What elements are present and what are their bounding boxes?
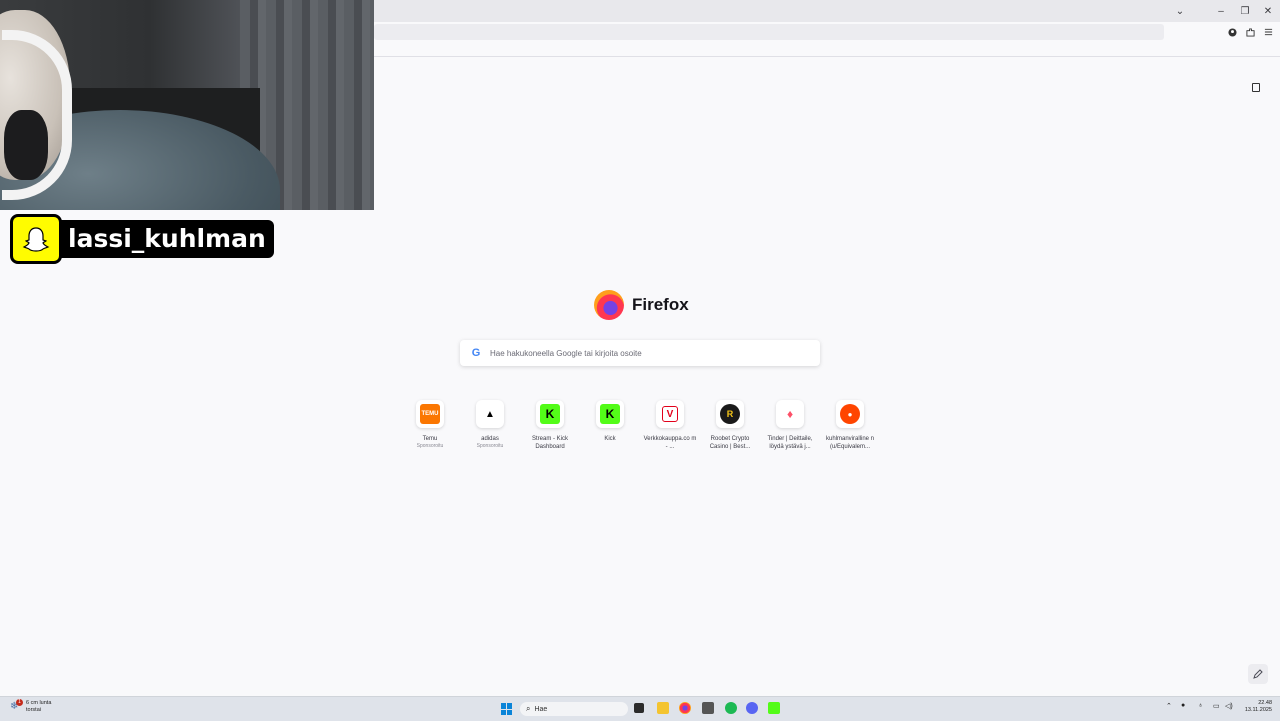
extensions-icon[interactable] [1244,26,1256,38]
microphone-icon[interactable]: ♁ [1198,702,1203,709]
taskbar-search[interactable]: ⌕ Hae [520,702,628,716]
firefox-logo-icon [594,290,624,320]
shortcut-title: adidas [481,436,499,442]
shortcut-tile[interactable]: K Kick [580,400,640,451]
kick-icon: K [600,404,620,424]
pencil-icon [1253,669,1263,679]
clock-date: 13.11.2025 [1244,707,1272,713]
shortcut-title: Kick [604,436,616,442]
weather-condition: 6 cm lunta [26,700,52,706]
start-button[interactable] [501,703,513,715]
display-icon[interactable]: ▭ [1213,702,1220,710]
shortcut-tile[interactable]: V Verkkokauppa.co m - ... [640,400,700,451]
shortcut-tile[interactable]: TEMU Temu Sponsoroitu [400,400,460,451]
weather-day: torstai [26,707,41,713]
search-icon: ⌕ [526,704,531,713]
shortcut-sponsored-label: Sponsoroitu [476,443,504,449]
shortcut-tile[interactable]: ▲ adidas Sponsoroitu [460,400,520,451]
taskbar-search-label: Hae [534,705,548,713]
google-icon: G [471,347,481,359]
verkkokauppa-icon: V [662,406,678,422]
url-bar[interactable] [374,24,1164,40]
new-tab-search-box[interactable]: G [460,340,820,366]
restore-icon: ❐ [1240,5,1250,17]
weather-widget[interactable]: ❄ 1 6 cm lunta torstai [10,699,52,714]
restore-button[interactable]: ❐ [1233,0,1257,22]
snapchat-badge: lassi_kuhlman [10,214,274,264]
shortcut-tile[interactable]: K Stream - Kick Dashboard [520,400,580,451]
shortcut-title: Tinder | Deittaile, löydä ystävä j... [767,436,813,450]
webcam-overlay [0,0,374,210]
shortcut-title: kuhlmanviralline n (u/Equivalem... [825,436,875,450]
spotify-icon[interactable] [725,702,737,714]
shortcut-title: Temu [422,436,438,442]
account-icon[interactable] [1226,26,1238,38]
chevron-down-icon: ⌄ [1175,5,1185,17]
snapchat-ghost-icon [10,214,62,264]
app-taskbar-icon[interactable] [702,702,714,714]
notification-badge: 1 [16,699,23,706]
kick-taskbar-icon[interactable] [768,702,780,714]
sidebar-toggle-icon[interactable] [1252,83,1260,92]
adidas-icon: ▲ [480,404,500,424]
shortcut-title: Verkkokauppa.co m - ... [643,436,697,450]
tray-app-icon[interactable]: ● [1181,702,1185,709]
firefox-wordmark: Firefox [632,295,689,314]
customize-button[interactable] [1248,664,1268,684]
volume-icon[interactable]: ◁) [1225,702,1233,710]
close-button[interactable]: ✕ [1256,0,1280,22]
search-input[interactable] [488,347,812,359]
tinder-icon: ♦ [780,404,800,424]
discord-icon[interactable] [746,702,758,714]
windows-taskbar: ❄ 1 6 cm lunta torstai ⌕ Hae ⌃ ● ♁ ▭ ◁) 2… [0,696,1280,721]
shortcut-title: Stream - Kick Dashboard [531,436,568,450]
kick-icon: K [540,404,560,424]
roobet-icon: R [720,404,740,424]
shortcut-tile[interactable]: ♦ Tinder | Deittaile, löydä ystävä j... [760,400,820,451]
list-all-tabs-button[interactable]: ⌄ [1168,0,1192,22]
task-view-icon[interactable] [634,703,644,713]
shortcut-title: Roobet Crypto Casino | Best... [709,436,751,450]
shortcut-tile[interactable]: ● kuhlmanviralline n (u/Equivalem... [820,400,880,451]
firefox-taskbar-icon[interactable] [679,702,691,714]
minimize-button[interactable]: – [1209,0,1233,22]
shortcut-tile[interactable]: R Roobet Crypto Casino | Best... [700,400,760,451]
menu-icon[interactable] [1262,26,1274,38]
system-clock[interactable]: 22.48 13.11.2025 [1238,700,1272,714]
shortcut-sponsored-label: Sponsoroitu [416,443,444,449]
snapchat-username: lassi_kuhlman [54,220,274,258]
firefox-brand: Firefox [594,290,689,320]
file-explorer-icon[interactable] [657,702,669,714]
show-hidden-icons-icon[interactable]: ⌃ [1166,702,1172,710]
top-sites: TEMU Temu Sponsoroitu ▲ adidas Sponsoroi… [400,400,880,451]
reddit-icon: ● [840,404,860,424]
snow-cloud-icon: ❄ 1 [10,699,23,713]
temu-icon: TEMU [420,404,440,424]
clock-time: 22.48 [1258,700,1272,706]
minimize-icon: – [1218,5,1224,17]
close-icon: ✕ [1263,5,1273,17]
